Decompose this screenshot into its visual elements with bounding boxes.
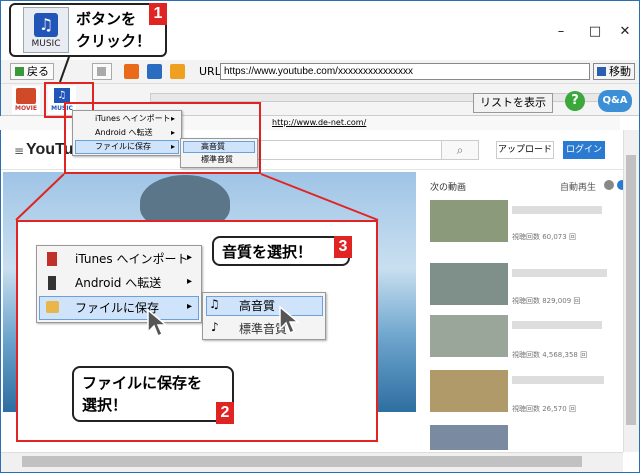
submenu-arrow-icon: ▸: [187, 301, 193, 312]
music-note-icon: ♫: [34, 13, 58, 37]
submenu-large: ♫ 高音質 ♪ 標準音質: [202, 292, 326, 340]
menu-item-android-large[interactable]: Android へ転送: [75, 272, 161, 294]
itunes-icon: [47, 252, 57, 266]
music-large-label: MUSIC: [31, 39, 61, 49]
folder-icon: [46, 301, 59, 313]
standard-quality-icon: ♪: [211, 320, 219, 334]
mouse-cursor-icon: [279, 305, 300, 335]
context-menu-large: iTunes へインポート ▸ Android へ転送 ▸ ファイルに保存 ▸: [36, 245, 202, 323]
music-button-large: ♫ MUSIC: [23, 7, 69, 53]
step-badge-3: 3: [334, 236, 352, 258]
submenu-arrow-icon: ▸: [187, 276, 193, 287]
callout-3-text: 音質を選択！: [222, 243, 313, 261]
callout-2-text: ファイルに保存を 選択！: [82, 374, 203, 414]
mouse-cursor-icon: [147, 308, 168, 338]
high-quality-icon: ♫: [209, 297, 220, 311]
android-device-icon: [48, 276, 56, 290]
submenu-item-high-large[interactable]: 高音質: [239, 297, 275, 314]
menu-item-itunes-large[interactable]: iTunes へインポート: [75, 248, 189, 270]
callout-1-text: ボタンを クリック！: [76, 10, 152, 50]
step-badge-2: 2: [216, 402, 234, 424]
submenu-arrow-icon: ▸: [187, 252, 193, 263]
step-badge-1: 1: [149, 3, 167, 25]
